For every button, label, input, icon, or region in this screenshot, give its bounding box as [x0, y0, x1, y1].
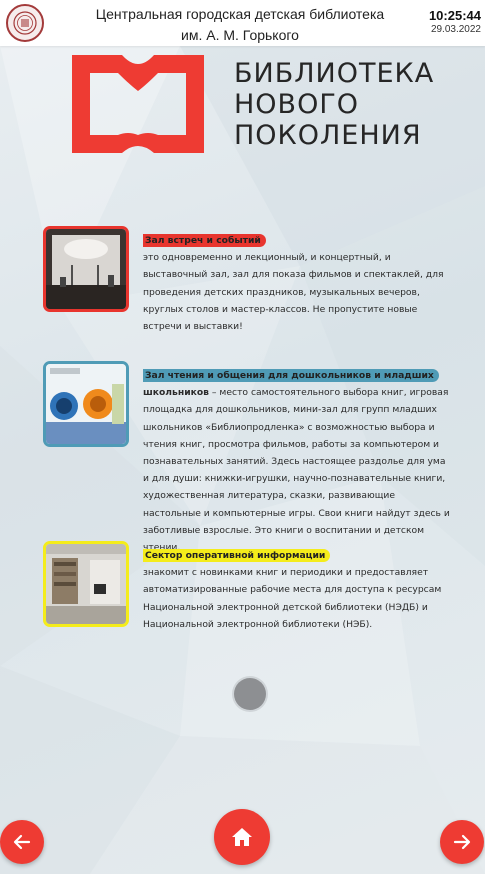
clock-time: 10:25:44 — [428, 8, 481, 23]
information-sector-description: Сектор оперативной информации знакомит с… — [143, 547, 453, 633]
reading-room-image — [46, 364, 126, 444]
section-preschool-reading-hall[interactable]: Зал чтения и общения для дошкольников и … — [43, 361, 453, 553]
events-hall-description: Зал встреч и событий это одновременно и … — [143, 232, 453, 335]
reading-hall-description: Зал чтения и общения для дошкольников и … — [143, 367, 453, 556]
brand-name: БИБЛИОТЕКА НОВОГО ПОКОЛЕНИЯ — [234, 58, 434, 151]
section-events-hall[interactable]: Зал встреч и событий это одновременно и … — [43, 226, 453, 332]
title-line-1: Центральная городская детская библиотека — [95, 6, 385, 22]
arrow-right-icon — [453, 834, 471, 850]
information-sector-text: знакомит с новинками книг и периодики и … — [143, 567, 442, 630]
stage-image — [46, 229, 126, 309]
library-emblem-icon — [13, 11, 37, 35]
arrow-left-icon — [13, 834, 31, 850]
clock: 10:25:44 29.03.2022 — [429, 8, 481, 36]
brand-line-1: БИБЛИОТЕКА — [234, 58, 435, 89]
reading-hall-heading: Зал чтения и общения для дошкольников и … — [143, 369, 439, 382]
brand-line-2: НОВОГО — [234, 89, 360, 120]
back-button[interactable] — [0, 820, 44, 864]
top-bar: Центральная городская детская библиотека… — [0, 0, 485, 46]
reading-hall-text: – место самостоятельного выбора книг, иг… — [143, 387, 450, 554]
information-sector-photo[interactable] — [43, 541, 129, 627]
library-logo[interactable] — [6, 4, 44, 42]
information-sector-heading: Сектор оперативной информации — [143, 549, 331, 562]
clock-date: 29.03.2022 — [430, 24, 481, 35]
book-logo-icon — [72, 55, 204, 153]
title-line-2: им. А. М. Горького — [181, 27, 299, 43]
reading-hall-photo[interactable] — [43, 361, 129, 447]
events-hall-text: это одновременно и лекционный, и концерт… — [143, 252, 444, 333]
home-icon — [232, 828, 252, 846]
home-button[interactable] — [214, 809, 270, 865]
section-information-sector[interactable]: Сектор оперативной информации знакомит с… — [43, 541, 453, 641]
events-hall-heading: Зал встреч и событий — [143, 234, 266, 247]
events-hall-photo[interactable] — [43, 226, 129, 312]
computer-room-image — [46, 544, 126, 624]
brand-line-3: ПОКОЛЕНИЯ — [234, 120, 422, 151]
loading-indicator — [234, 678, 266, 710]
reading-hall-heading-tail: школьников — [143, 387, 209, 399]
page-title: Центральная городская детская библиотека… — [60, 4, 420, 46]
forward-button[interactable] — [440, 820, 484, 864]
